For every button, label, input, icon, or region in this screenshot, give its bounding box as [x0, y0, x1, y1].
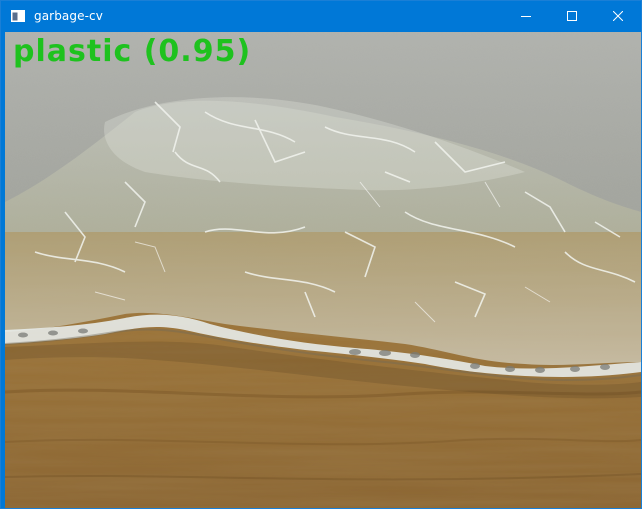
detection-label: plastic (0.95) — [13, 34, 252, 69]
minimize-icon — [521, 16, 531, 17]
camera-image — [5, 32, 641, 508]
window-title: garbage-cv — [34, 9, 103, 23]
maximize-button[interactable] — [549, 1, 595, 31]
maximize-icon — [567, 11, 577, 21]
title-bar[interactable]: garbage-cv — [1, 1, 641, 31]
camera-frame: plastic (0.95) — [5, 32, 641, 508]
app-window-icon — [10, 8, 26, 24]
close-icon — [613, 11, 623, 21]
window-controls — [503, 1, 641, 31]
minimize-button[interactable] — [503, 1, 549, 31]
app-window: garbage-cv plastic (0.95) — [0, 0, 642, 509]
close-button[interactable] — [595, 1, 641, 31]
